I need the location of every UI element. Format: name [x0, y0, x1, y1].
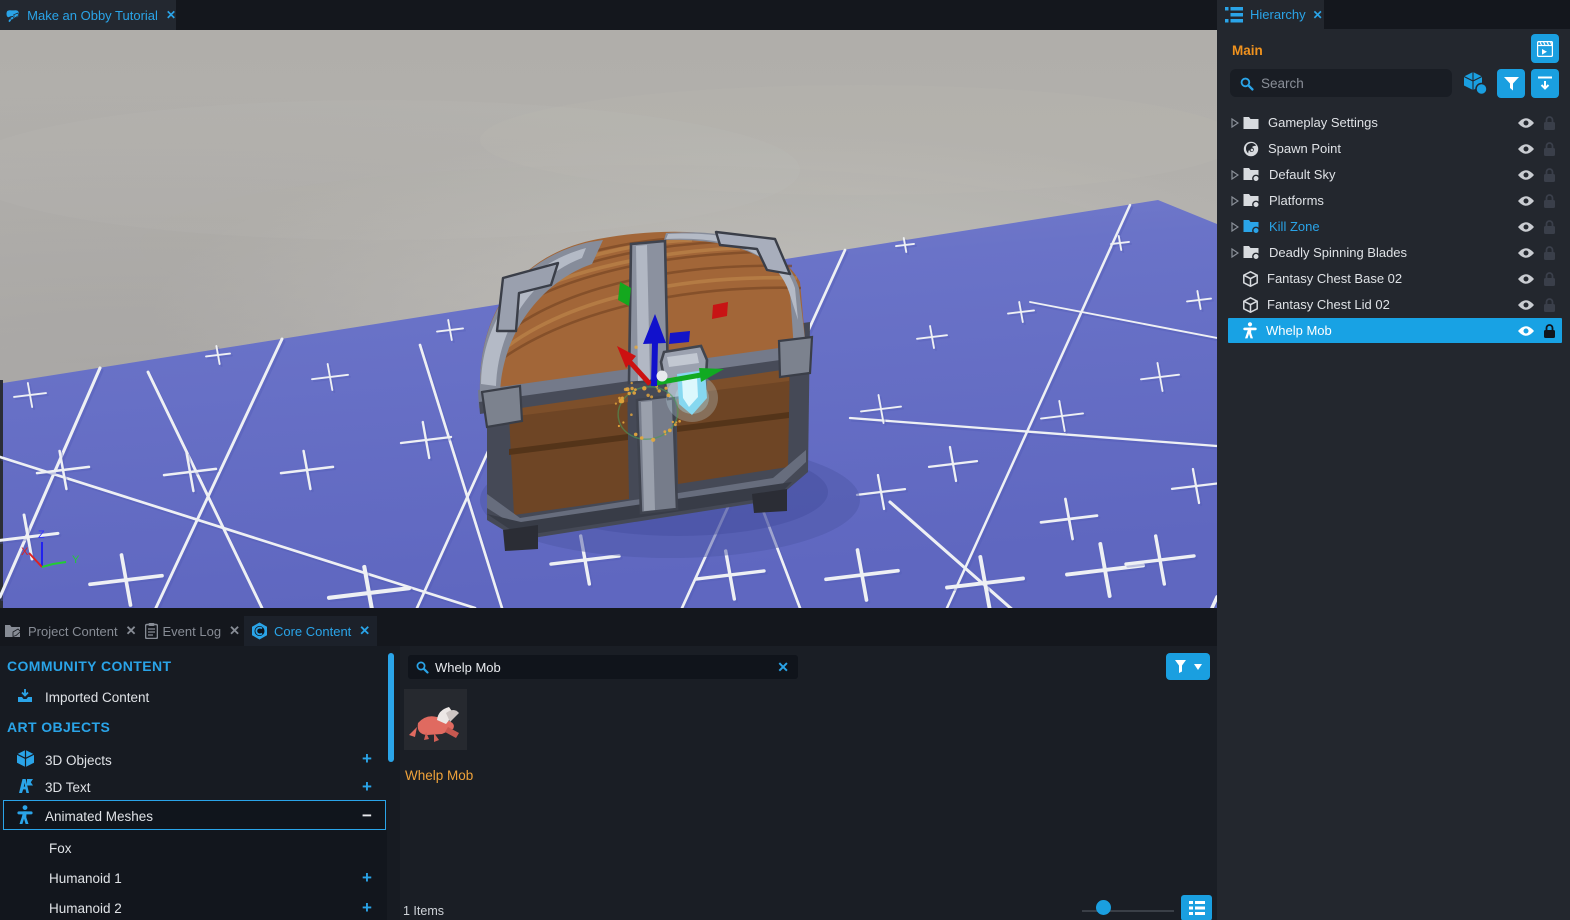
svg-text:X: X — [21, 546, 29, 558]
svg-text:Y: Y — [72, 554, 80, 566]
svg-text:Z: Z — [38, 529, 45, 541]
